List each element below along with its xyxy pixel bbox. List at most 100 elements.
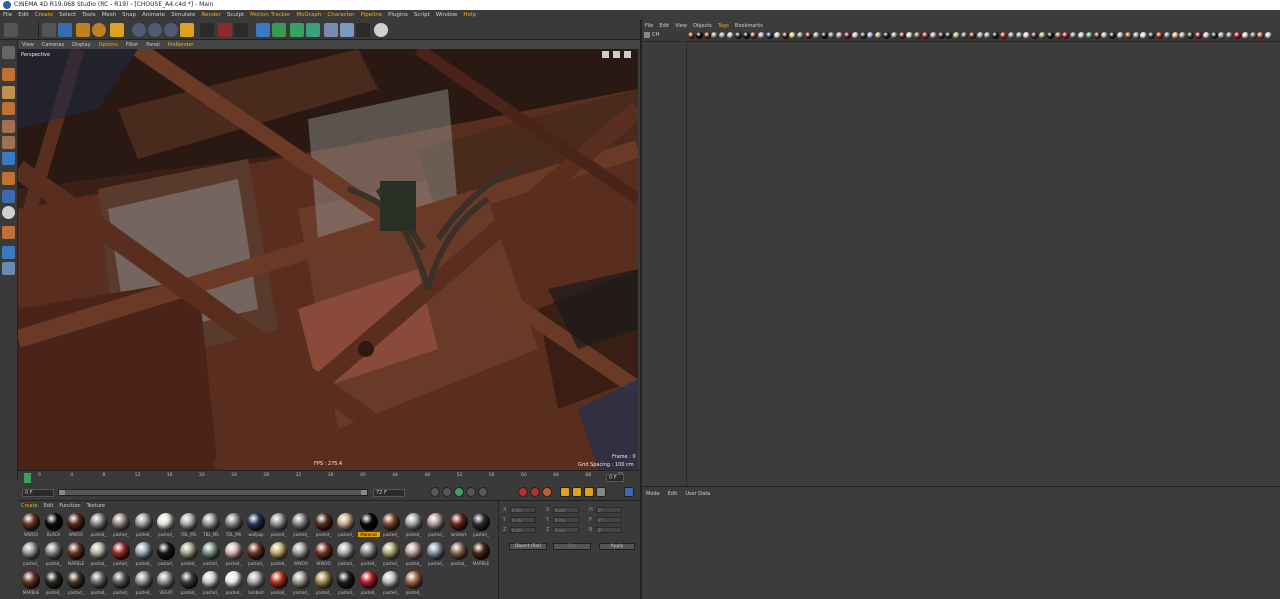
object-menu-item-objects[interactable]: Objects xyxy=(690,22,715,31)
material-tag-icon[interactable] xyxy=(883,32,890,39)
material-swatch[interactable]: pasted_ xyxy=(268,541,290,569)
material-tag-icon[interactable] xyxy=(922,32,929,39)
subdivision-icon[interactable] xyxy=(290,23,304,37)
material-swatch[interactable]: MARBLE xyxy=(20,570,42,598)
material-swatch[interactable]: pasted_ xyxy=(110,541,132,569)
coordinate-mode-dropdown[interactable]: Object (Rel) xyxy=(509,543,547,550)
polygons-mode-icon[interactable] xyxy=(2,152,15,165)
floor-icon[interactable] xyxy=(340,23,354,37)
material-tag-icon[interactable] xyxy=(1187,32,1195,39)
material-tag-icon[interactable] xyxy=(1148,32,1156,39)
end-frame-field[interactable]: 72 F xyxy=(373,489,405,497)
material-swatch[interactable]: pasted_ xyxy=(245,541,267,569)
material-tag-icon[interactable] xyxy=(1000,32,1007,39)
material-tag-icon[interactable] xyxy=(906,32,914,39)
material-tag-icon[interactable] xyxy=(1265,32,1273,39)
attribute-menu-item-edit[interactable]: Edit xyxy=(664,490,682,499)
material-tag-icon[interactable] xyxy=(758,32,766,39)
material-tag-icon[interactable] xyxy=(1070,32,1078,39)
material-tag-icon[interactable] xyxy=(750,32,758,39)
menu-item-plugins[interactable]: Plugins xyxy=(385,10,411,20)
material-swatch[interactable]: pasted_ xyxy=(358,541,380,569)
menu-item-select[interactable]: Select xyxy=(56,10,79,20)
menu-item-mesh[interactable]: Mesh xyxy=(99,10,119,20)
record-icon[interactable] xyxy=(518,487,528,497)
menu-item-sculpt[interactable]: Sculpt xyxy=(224,10,247,20)
material-swatch[interactable]: pasted_ xyxy=(88,570,110,598)
playhead[interactable] xyxy=(24,473,31,483)
material-tag-icon[interactable] xyxy=(1124,32,1132,39)
viewport-nav-icons[interactable] xyxy=(600,51,636,59)
object-menu-item-view[interactable]: View xyxy=(672,22,690,31)
menu-item-motion-tracker[interactable]: Motion Tracker xyxy=(247,10,293,20)
material-tag-icon[interactable] xyxy=(1117,32,1124,39)
menu-item-animate[interactable]: Animate xyxy=(139,10,168,20)
material-tag-icon[interactable] xyxy=(1140,32,1148,39)
material-tag-icon[interactable] xyxy=(953,32,961,39)
material-tag-icon[interactable] xyxy=(851,32,859,39)
material-tag-icon[interactable] xyxy=(1015,32,1023,39)
material-tag-icon[interactable] xyxy=(1210,32,1218,39)
material-tag-icon[interactable] xyxy=(867,32,875,39)
material-tag-icon[interactable] xyxy=(1109,32,1117,39)
material-swatch[interactable]: pasted_ xyxy=(380,512,402,540)
snap-icon[interactable] xyxy=(2,206,15,219)
material-swatch[interactable]: lambert xyxy=(448,512,470,540)
material-swatch[interactable]: pasted_ xyxy=(470,512,492,540)
material-swatch[interactable]: WWOO xyxy=(290,541,312,569)
material-tag-icon[interactable] xyxy=(914,32,922,39)
material-swatch[interactable]: VEGAT xyxy=(155,570,177,598)
material-tag-icon[interactable] xyxy=(711,32,719,39)
material-tag-icon[interactable] xyxy=(828,32,836,39)
material-tag-icon[interactable] xyxy=(773,32,781,39)
material-tag-icon[interactable] xyxy=(898,32,906,39)
material-tag-icon[interactable] xyxy=(1132,32,1140,39)
material-tag-icon[interactable] xyxy=(766,32,773,39)
material-swatch[interactable]: WWOO xyxy=(313,541,335,569)
scale-key-icon[interactable] xyxy=(572,487,582,497)
apply-button[interactable]: Apply xyxy=(599,543,635,550)
material-swatch[interactable]: pasted_ xyxy=(133,541,155,569)
material-tag-icon[interactable] xyxy=(1234,32,1241,39)
goto-start-icon[interactable] xyxy=(430,487,440,497)
material-swatch[interactable]: pasted_ xyxy=(335,512,357,540)
param-key-icon[interactable] xyxy=(596,487,606,497)
material-tag-icon[interactable] xyxy=(1179,32,1187,39)
material-tag-icon[interactable] xyxy=(875,32,883,39)
menu-item-file[interactable]: File xyxy=(0,10,15,20)
material-swatch[interactable]: pasted_ xyxy=(110,570,132,598)
timeline-window-icon[interactable] xyxy=(624,487,634,497)
material-swatch[interactable]: TBL_MS xyxy=(223,512,245,540)
coord-rot-field[interactable]: 0° xyxy=(596,517,622,523)
material-tag-icon[interactable] xyxy=(984,32,992,39)
make-editable-icon[interactable] xyxy=(2,46,15,59)
material-swatch[interactable]: pasted_ xyxy=(223,541,245,569)
material-tag-icon[interactable] xyxy=(1226,32,1234,39)
material-tag-icon[interactable] xyxy=(812,32,820,39)
render-view-icon[interactable] xyxy=(200,23,214,37)
material-swatch[interactable]: pasted_ xyxy=(200,541,222,569)
plus-tool-icon[interactable] xyxy=(110,23,124,37)
camera-icon[interactable] xyxy=(356,23,370,37)
material-swatch[interactable]: pasted_ xyxy=(313,512,335,540)
material-tag-icon[interactable] xyxy=(1062,32,1070,39)
material-swatch[interactable]: pasted_ xyxy=(425,541,447,569)
material-tag-icon[interactable] xyxy=(992,32,1000,39)
material-swatch[interactable]: WWOO xyxy=(65,512,87,540)
material-tag-icon[interactable] xyxy=(734,32,742,39)
material-swatch[interactable]: pasted_ xyxy=(43,541,65,569)
material-tag-icon[interactable] xyxy=(859,32,867,39)
material-tag-icon[interactable] xyxy=(1093,32,1101,39)
light-icon[interactable] xyxy=(374,23,388,37)
coord-size-field[interactable]: 0 cm xyxy=(553,507,579,513)
select-tool-icon[interactable] xyxy=(42,23,56,37)
menu-item-window[interactable]: Window xyxy=(433,10,461,20)
range-start-handle[interactable] xyxy=(59,490,65,495)
material-swatch[interactable]: pasted_ xyxy=(200,570,222,598)
material-tag-icon[interactable] xyxy=(929,32,937,39)
render-picture-viewer-icon[interactable] xyxy=(218,23,232,37)
material-swatch[interactable]: BLACK xyxy=(43,512,65,540)
material-tag-icon[interactable] xyxy=(1078,32,1085,39)
material-swatch[interactable]: lambert xyxy=(245,570,267,598)
material-tag-icon[interactable] xyxy=(1195,32,1202,39)
